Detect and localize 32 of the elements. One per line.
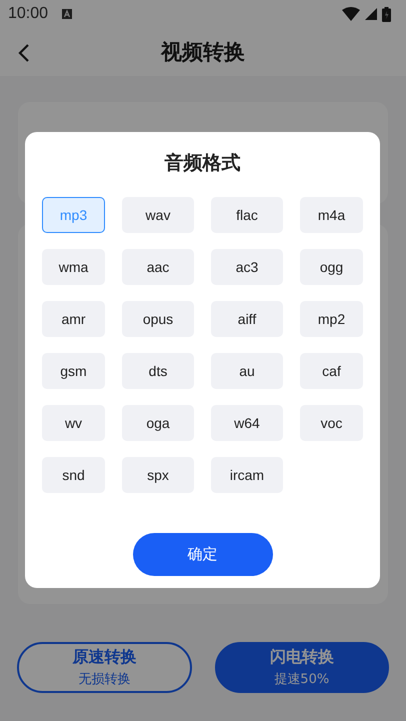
signal-icon [365,8,377,20]
format-option[interactable]: gsm [42,353,105,389]
format-option[interactable]: ogg [300,249,363,285]
dialog-title: 音频格式 [164,151,240,176]
format-option[interactable]: amr [42,301,105,337]
format-option[interactable]: wv [42,405,105,441]
format-option[interactable]: aiff [211,301,283,337]
format-option[interactable]: m4a [300,197,363,233]
format-option[interactable]: opus [122,301,194,337]
format-option[interactable]: caf [300,353,363,389]
format-option[interactable]: wav [122,197,194,233]
format-option[interactable]: w64 [211,405,283,441]
format-option[interactable]: flac [211,197,283,233]
format-option[interactable]: oga [122,405,194,441]
format-option[interactable]: mp2 [300,301,363,337]
format-option[interactable]: aac [122,249,194,285]
convert-button[interactable]: 原速转换 无损转换 [17,642,192,693]
confirm-button[interactable]: 确定 [132,533,272,576]
convert-button[interactable]: 闪电转换 提速50% [214,642,389,693]
notification-icon [61,8,74,20]
format-option[interactable]: au [211,353,283,389]
format-option[interactable]: ircam [211,457,283,493]
format-option[interactable]: dts [122,353,194,389]
page-title: 视频转换 [161,39,245,66]
format-option[interactable]: wma [42,249,105,285]
format-option[interactable]: spx [122,457,194,493]
wifi-icon [342,7,360,21]
battery-icon [382,6,391,22]
format-option[interactable]: ac3 [211,249,283,285]
format-option[interactable]: snd [42,457,105,493]
status-time: 10:00 [8,5,48,23]
format-option[interactable]: voc [300,405,363,441]
